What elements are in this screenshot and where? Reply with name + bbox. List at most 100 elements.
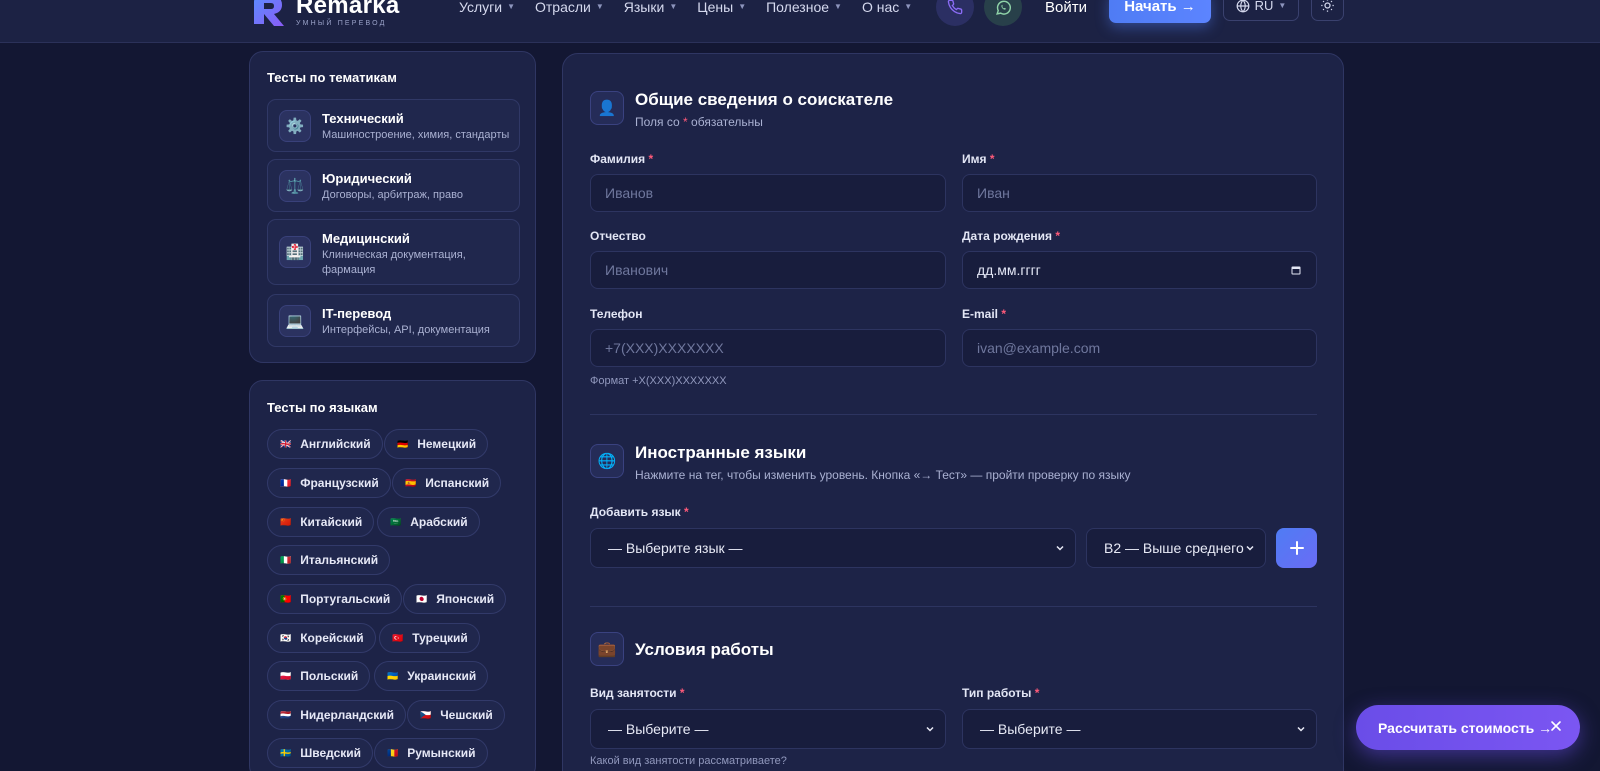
language-chip[interactable]: 🇳🇱 Нидерландский: [267, 700, 407, 730]
flag-icon: 🇯🇵: [416, 593, 428, 604]
chip-label: Украинский: [407, 669, 477, 683]
flag-icon: 🇸🇦: [390, 516, 402, 527]
language-code: RU: [1254, 0, 1274, 13]
nav-item-prices[interactable]: Цены ▼: [697, 0, 746, 14]
topic-subtitle: Интерфейсы, API, документация: [322, 324, 490, 336]
flag-icon: 🇺🇦: [387, 670, 399, 681]
language-chip[interactable]: 🇹🇷 Турецкий: [379, 623, 480, 653]
language-chip[interactable]: 🇵🇹 Португальский: [267, 584, 403, 614]
patronymic-input[interactable]: Иванович: [590, 251, 946, 289]
plus-icon: [1289, 541, 1304, 555]
language-chip[interactable]: 🇫🇷 Французский: [267, 468, 391, 498]
phone-format-hint: Формат +X(XXX)XXXXXXX: [590, 375, 727, 387]
briefcase-icon: 💼: [590, 632, 624, 666]
flag-icon: 🇪🇸: [405, 477, 417, 488]
topic-tests-card: Тесты по тематикам ⚙️ Технический Машино…: [249, 51, 536, 363]
language-select[interactable]: — Выберите язык —: [590, 528, 1076, 568]
language-chip[interactable]: 🇬🇧 Английский: [267, 429, 383, 459]
chevron-down-icon: [1246, 545, 1254, 551]
calendar-icon: [1291, 266, 1301, 275]
date-placeholder: дд.мм.гггг: [977, 262, 1041, 278]
hospital-icon: 🏥: [279, 236, 311, 268]
email-input[interactable]: ivan@example.com: [962, 329, 1317, 367]
logo-name: Remarka: [296, 0, 400, 19]
chip-label: Румынский: [407, 746, 476, 760]
flag-icon: 🇹🇷: [392, 632, 404, 643]
topic-title: IT-перевод: [322, 306, 392, 321]
chip-label: Китайский: [300, 515, 363, 529]
flag-icon: 🇫🇷: [280, 477, 292, 488]
last-name-input[interactable]: Иванов: [590, 174, 946, 212]
language-chip[interactable]: 🇷🇴 Румынский: [374, 738, 488, 768]
worktype-label: Тип работы *: [962, 686, 1040, 700]
language-chip[interactable]: 🇰🇷 Корейский: [267, 623, 376, 653]
chip-label: Английский: [300, 437, 371, 451]
close-icon[interactable]: [1550, 720, 1562, 732]
topic-title: Медицинский: [322, 231, 410, 246]
language-chip[interactable]: 🇵🇱 Польский: [267, 661, 371, 691]
chip-label: Корейский: [300, 631, 364, 645]
logo-tagline: УМНЫЙ ПЕРЕВОД: [296, 20, 387, 27]
language-chip[interactable]: 🇺🇦 Украинский: [374, 661, 489, 691]
language-tests-card: Тесты по языкам 🇬🇧 Английский 🇩🇪 Немецкий …: [249, 380, 536, 771]
nav-item-about[interactable]: О нас ▼: [862, 0, 912, 14]
sun-icon: [1321, 0, 1334, 12]
login-link[interactable]: Войти: [1045, 0, 1087, 16]
globe-icon: 🌐: [590, 444, 624, 478]
language-chip[interactable]: 🇸🇦 Арабский: [377, 507, 480, 537]
topic-item-medical[interactable]: 🏥 Медицинский Клиническая документация, …: [267, 219, 520, 285]
chip-label: Шведский: [300, 746, 362, 760]
general-section-title: Общие сведения о соискателе: [635, 90, 894, 109]
first-name-input[interactable]: Иван: [962, 174, 1317, 212]
language-chip[interactable]: 🇪🇸 Испанский: [392, 468, 502, 498]
chevron-down-icon: ▼: [595, 2, 604, 11]
chevron-down-icon: [1056, 545, 1064, 551]
flag-icon: 🇮🇹: [280, 554, 292, 565]
topic-item-it[interactable]: 💻 IT-перевод Интерфейсы, API, документац…: [267, 294, 520, 347]
flag-icon: 🇩🇪: [397, 438, 409, 449]
language-chip[interactable]: 🇯🇵 Японский: [403, 584, 507, 614]
required-note-prefix: Поля со: [635, 115, 680, 129]
language-chip[interactable]: 🇨🇿 Чешский: [407, 700, 505, 730]
phone-input[interactable]: +7(XXX)XXXXXXX: [590, 329, 946, 367]
nav-item-useful[interactable]: Полезное ▼: [766, 0, 842, 14]
employment-select[interactable]: — Выберите —: [590, 709, 946, 749]
chevron-down-icon: ▼: [1278, 1, 1287, 10]
language-switcher[interactable]: RU ▼: [1223, 0, 1299, 21]
flag-icon: 🇬🇧: [280, 438, 292, 449]
calculate-cost-button[interactable]: Рассчитать стоимость →: [1356, 705, 1580, 750]
whatsapp-button[interactable]: [984, 0, 1022, 26]
worktype-select[interactable]: — Выберите —: [962, 709, 1317, 749]
birth-date-input[interactable]: дд.мм.гггг: [962, 251, 1317, 289]
phone-button[interactable]: [936, 0, 974, 26]
languages-section-title: Иностранные языки: [635, 443, 807, 462]
language-chip[interactable]: 🇮🇹 Итальянский: [267, 545, 391, 575]
language-chip[interactable]: 🇸🇪 Шведский: [267, 738, 374, 768]
phone-icon: [947, 0, 963, 15]
add-language-button[interactable]: [1276, 528, 1317, 568]
chip-label: Французский: [300, 476, 379, 490]
chip-label: Польский: [300, 669, 359, 683]
nav-item-languages[interactable]: Языки ▼: [624, 0, 677, 14]
nav-item-industries[interactable]: Отрасли ▼: [535, 0, 604, 14]
work-section-title: Условия работы: [635, 640, 774, 659]
level-select[interactable]: B2 — Выше среднего: [1086, 528, 1266, 568]
nav-item-services[interactable]: Услуги ▼: [459, 0, 515, 14]
start-button[interactable]: Начать →: [1109, 0, 1211, 23]
language-chip[interactable]: 🇩🇪 Немецкий: [384, 429, 489, 459]
logo[interactable]: Remarka УМНЫЙ ПЕРЕВОД: [252, 0, 400, 28]
topic-item-legal[interactable]: ⚖️ Юридический Договоры, арбитраж, право: [267, 159, 520, 212]
logo-mark-icon: [252, 0, 288, 28]
required-asterisk: *: [683, 115, 688, 129]
chip-label: Японский: [436, 592, 495, 606]
first-name-label: Имя *: [962, 152, 995, 166]
language-chip[interactable]: 🇨🇳 Китайский: [267, 507, 375, 537]
chevron-down-icon: ▼: [904, 2, 913, 11]
nav-label: О нас: [861, 0, 900, 15]
main-nav: Услуги ▼ Отрасли ▼ Языки ▼ Цены ▼ Полезное ▼ …: [459, 0, 932, 14]
topic-subtitle: Машиностроение, химия, стандарты: [322, 129, 510, 141]
add-language-label: Добавить язык *: [590, 505, 689, 519]
patronymic-label: Отчество: [590, 229, 646, 243]
topic-item-technical[interactable]: ⚙️ Технический Машиностроение, химия, ст…: [267, 99, 520, 152]
theme-toggle[interactable]: [1311, 0, 1344, 21]
